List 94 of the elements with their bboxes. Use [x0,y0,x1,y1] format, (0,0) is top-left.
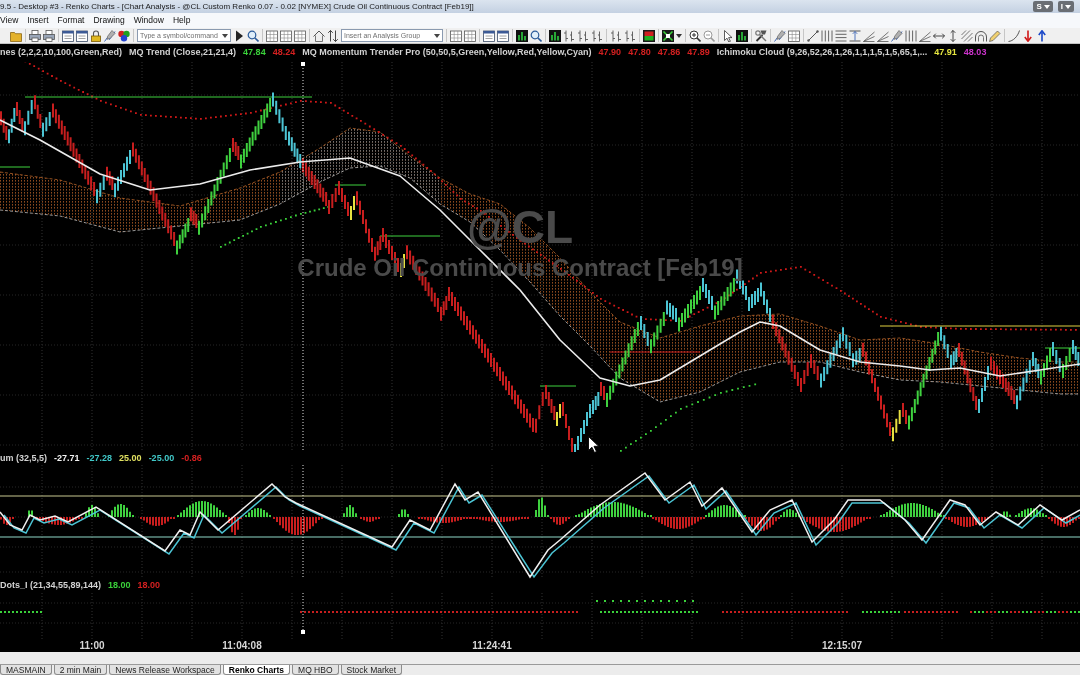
folder-icon[interactable] [10,29,22,42]
arrow-up-icon[interactable] [1036,29,1048,42]
workspace-tab[interactable]: News Release Workspace [109,665,221,675]
window-icon[interactable] [76,29,88,42]
printer-icon[interactable] [29,29,41,42]
horizontal-lines-icon[interactable] [835,29,847,42]
color-block-icon[interactable] [643,29,655,42]
menu-item[interactable]: Insert [27,13,49,28]
pen-icon[interactable] [104,29,116,42]
menu-item[interactable]: Help [172,13,191,28]
caret-icon[interactable] [1065,4,1071,9]
indicator-label: Ichimoku Cloud (9,26,52,26,1,26,1,1,1,5,1,5,65,1,... [716,46,928,60]
indicator-value: -27.71 [54,452,80,465]
color-circles-icon[interactable] [118,29,130,42]
curve-icon[interactable] [1008,29,1020,42]
play-icon[interactable] [233,29,245,42]
workspace-tab[interactable]: Renko Charts [222,665,291,675]
table-icon[interactable] [450,29,462,42]
indicator-label: um (32,5,5) [0,452,48,465]
window-icon[interactable] [62,29,74,42]
window-title: 9.5 - Desktop #3 - Renko Charts - [Chart Analysis - @CL Custom Renko 0.07 - 0.02 [NYMEX] Crude Oil Continuous Contract [Feb19]] [0,1,474,13]
table-icon[interactable] [266,29,278,42]
workspace-tab[interactable]: MASMAIN [0,665,52,675]
printer-icon[interactable] [43,29,55,42]
indicator-value: 47.80 [628,46,651,60]
indicator-value: 47.86 [657,46,681,60]
indicator-label: Dots_I (21,34,55,89,144) [0,579,102,593]
time-axis-label: 11:24:41 [472,640,512,652]
indicator-value: 47.90 [598,46,622,60]
window-menu-button[interactable]: S [1033,1,1053,12]
pointer-icon[interactable] [722,29,734,42]
price-bars-icon[interactable] [610,29,622,42]
window-icon[interactable] [497,29,509,42]
window-icon[interactable] [483,29,495,42]
arc-icon[interactable] [975,29,987,42]
price-bars-icon[interactable] [624,29,636,42]
bar-chart-icon[interactable] [736,29,748,42]
indicator-value: -0.86 [181,452,202,465]
dropdown-caret-icon[interactable] [676,33,682,38]
table-icon[interactable] [464,29,476,42]
fan-lines-icon[interactable] [877,29,889,42]
menu-item[interactable]: Drawing [93,13,125,28]
dropdown-caret-icon[interactable] [222,33,228,38]
tools-icon[interactable] [755,29,767,42]
indicator-value: -27.28 [86,452,113,465]
bar-chart-icon[interactable] [549,29,561,42]
table-icon[interactable] [280,29,292,42]
caret-icon[interactable] [1043,4,1050,9]
price-bars-icon[interactable] [577,29,589,42]
magnifier-icon[interactable] [530,29,542,42]
vertical-lines-icon[interactable] [821,29,833,42]
magnifier-icon[interactable] [247,29,259,42]
menu-item[interactable]: Window [133,13,164,28]
level-lines-icon[interactable] [849,29,861,42]
pen-icon[interactable] [774,29,786,42]
time-axis-label: 11:00 [79,640,105,652]
table-icon[interactable] [788,29,800,42]
indicator-value: 48.03 [963,46,987,60]
pen-icon[interactable] [891,29,903,42]
workspace-tab[interactable]: 2 min Main [53,665,108,675]
zoom-in-icon[interactable] [689,29,701,42]
indicator-label: MQ Momentum Trender Pro (50,50,5,Green,Yellow,Red,Yellow,Cyan) [302,46,592,60]
indicator-value: 48.24 [272,46,296,60]
time-axis-label: 11:04:08 [222,640,262,652]
window-menu-button[interactable]: I [1057,1,1074,12]
menu-item[interactable]: View [0,13,19,28]
house-icon[interactable] [313,29,325,42]
fan-lines-icon[interactable] [919,29,931,42]
price-bars-icon[interactable] [563,29,575,42]
indicator-value: 47.84 [243,46,266,60]
workspace-tab[interactable]: Stock Market [340,665,403,675]
indicator-value: 47.89 [687,46,710,60]
vertical-arrow-icon[interactable] [947,29,959,42]
time-axis-label: 12:15:07 [822,640,862,652]
indicator-label: nes (2,2,2,10,100,Green,Red) [0,46,123,60]
dropdown-caret-icon[interactable] [434,33,440,38]
table-icon[interactable] [294,29,306,42]
sort-arrows-icon[interactable] [327,29,339,42]
indicator-value: -25.00 [148,452,175,465]
lock-icon[interactable] [90,29,102,42]
vertical-lines-icon[interactable] [905,29,917,42]
cross-box-icon[interactable] [662,29,674,42]
fan-lines-icon[interactable] [863,29,875,42]
indicator-value: 47.91 [934,46,957,60]
price-bars-icon[interactable] [591,29,603,42]
indicator-value: 25.00 [119,452,142,465]
indicator-value: 18.00 [137,579,161,593]
trendline-icon[interactable] [807,29,819,42]
workspace-tab[interactable]: MQ HBO [292,665,339,675]
arrow-down-icon[interactable] [1022,29,1034,42]
menu-item[interactable]: Format [57,13,85,28]
indicator-value: 18.00 [108,579,131,593]
bar-chart-icon[interactable] [516,29,528,42]
indicator-label: MQ Trend (Close,21,21,4) [129,46,237,60]
